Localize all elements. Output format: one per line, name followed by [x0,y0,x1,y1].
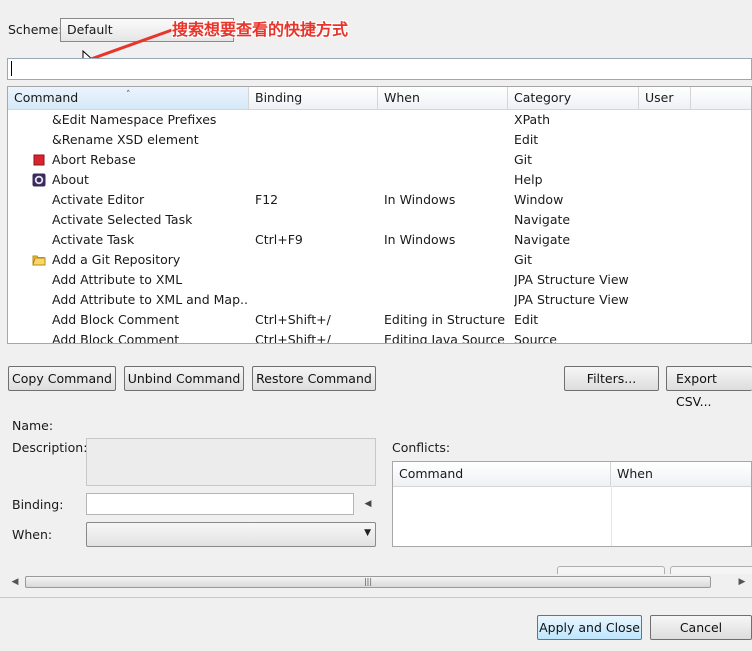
scrollbar-thumb[interactable]: ||| [25,576,711,588]
category-cell: Git [514,252,533,267]
command-cell: &Rename XSD element [52,132,199,147]
table-row[interactable]: Add Attribute to XML and Map... JPA Struc… [8,290,751,310]
command-cell: Add Attribute to XML [52,272,183,287]
table-row[interactable]: Activate Task Ctrl+F9 In Windows Navigate [8,230,751,250]
table-row[interactable]: Add a Git Repository Git [8,250,751,270]
table-row[interactable]: Add Attribute to XML JPA Structure View [8,270,751,290]
command-table[interactable]: ˄ Command Binding When Category User &Ed… [7,86,752,344]
conflicts-column-command[interactable]: Command [393,462,611,486]
annotation-arrow-icon [56,28,173,72]
binding-cell: F12 [255,192,279,207]
command-cell: Add a Git Repository [52,252,181,267]
category-cell: Edit [514,312,539,327]
chevron-down-icon: ▼ [364,528,371,538]
table-row[interactable]: &Rename XSD element Edit [8,130,751,150]
when-label: When: [12,527,53,542]
copy-command-button[interactable]: Copy Command [8,366,116,391]
column-divider [611,486,612,546]
table-row[interactable]: Abort Rebase Git [8,150,751,170]
command-cell: Abort Rebase [52,152,136,167]
red-square-icon [32,153,46,167]
filters-button[interactable]: Filters... [564,366,659,391]
folder-icon [32,253,46,267]
category-cell: Help [514,172,543,187]
table-row[interactable]: Activate Editor F12 In Windows Window [8,190,751,210]
category-cell: Edit [514,132,539,147]
unbind-command-button[interactable]: Unbind Command [124,366,244,391]
binding-cell: Ctrl+Shift+/ [255,312,331,327]
category-cell: Git [514,152,533,167]
apply-and-close-button[interactable]: Apply and Close [537,615,642,640]
conflicts-label: Conflicts: [392,440,451,455]
table-row[interactable]: Add Block Comment Ctrl+Shift+/ Editing in … [8,310,751,330]
restore-command-button[interactable]: Restore Command [252,366,376,391]
command-cell: &Edit Namespace Prefixes [52,112,217,127]
table-row[interactable]: &Edit Namespace Prefixes XPath [8,110,751,130]
table-row[interactable]: Activate Selected Task Navigate [8,210,751,230]
column-header-user[interactable]: User [639,87,691,109]
when-cell: In Windows [384,232,456,247]
command-cell: About [52,172,89,187]
when-cell: In Windows [384,192,456,207]
category-cell: XPath [514,112,551,127]
scheme-label: Scheme: [8,22,63,37]
binding-cell: Ctrl+F9 [255,232,303,247]
command-cell: Add Block Comment [52,312,180,327]
text-caret [11,61,12,76]
column-header-category[interactable]: Category [508,87,639,109]
binding-label: Binding: [12,497,64,512]
eclipse-icon [32,173,46,187]
category-cell: JPA Structure View [514,272,629,287]
category-cell: Window [514,192,564,207]
command-cell: Activate Task [52,232,135,247]
command-cell: Activate Editor [52,192,145,207]
table-row[interactable]: About Help [8,170,751,190]
filter-input[interactable] [7,58,752,80]
scroll-right-icon[interactable]: ▶ [736,575,748,589]
export-csv-button[interactable]: Export CSV... [666,366,752,409]
name-label: Name: [12,418,54,433]
category-cell: Navigate [514,212,571,227]
annotation-text: 搜索想要查看的快捷方式 [172,20,349,39]
binding-input[interactable] [86,493,354,515]
conflicts-table[interactable]: Command When [392,461,752,547]
binding-menu-arrow-icon[interactable]: ◀ [361,493,375,515]
when-cell: Editing Java Source [384,332,505,344]
column-header-command[interactable]: ˄ Command [8,87,249,109]
column-header-binding[interactable]: Binding [249,87,378,109]
scroll-left-icon[interactable]: ◀ [9,575,21,589]
binding-cell: Ctrl+Shift+/ [255,332,331,344]
category-cell: Source [514,332,557,344]
command-cell: Add Attribute to XML and Map... [52,292,248,307]
category-cell: Navigate [514,232,571,247]
column-header-when[interactable]: When [378,87,508,109]
sort-ascending-icon: ˄ [126,90,131,100]
command-cell: Activate Selected Task [52,212,193,227]
separator [0,597,752,598]
cancel-button[interactable]: Cancel [650,615,752,640]
table-header: ˄ Command Binding When Category User [8,87,751,110]
horizontal-scrollbar[interactable]: ◀ ||| ▶ [7,574,752,591]
table-row[interactable]: Add Block Comment Ctrl+Shift+/ Editing Jav… [8,330,751,344]
conflicts-column-when[interactable]: When [611,462,752,486]
description-label: Description: [12,440,88,455]
description-box [86,438,376,486]
conflicts-table-header: Command When [393,462,751,487]
when-select[interactable]: ▼ [86,522,376,547]
category-cell: JPA Structure View [514,292,629,307]
when-cell: Editing in Structure... [384,312,506,327]
command-cell: Add Block Comment [52,332,180,344]
